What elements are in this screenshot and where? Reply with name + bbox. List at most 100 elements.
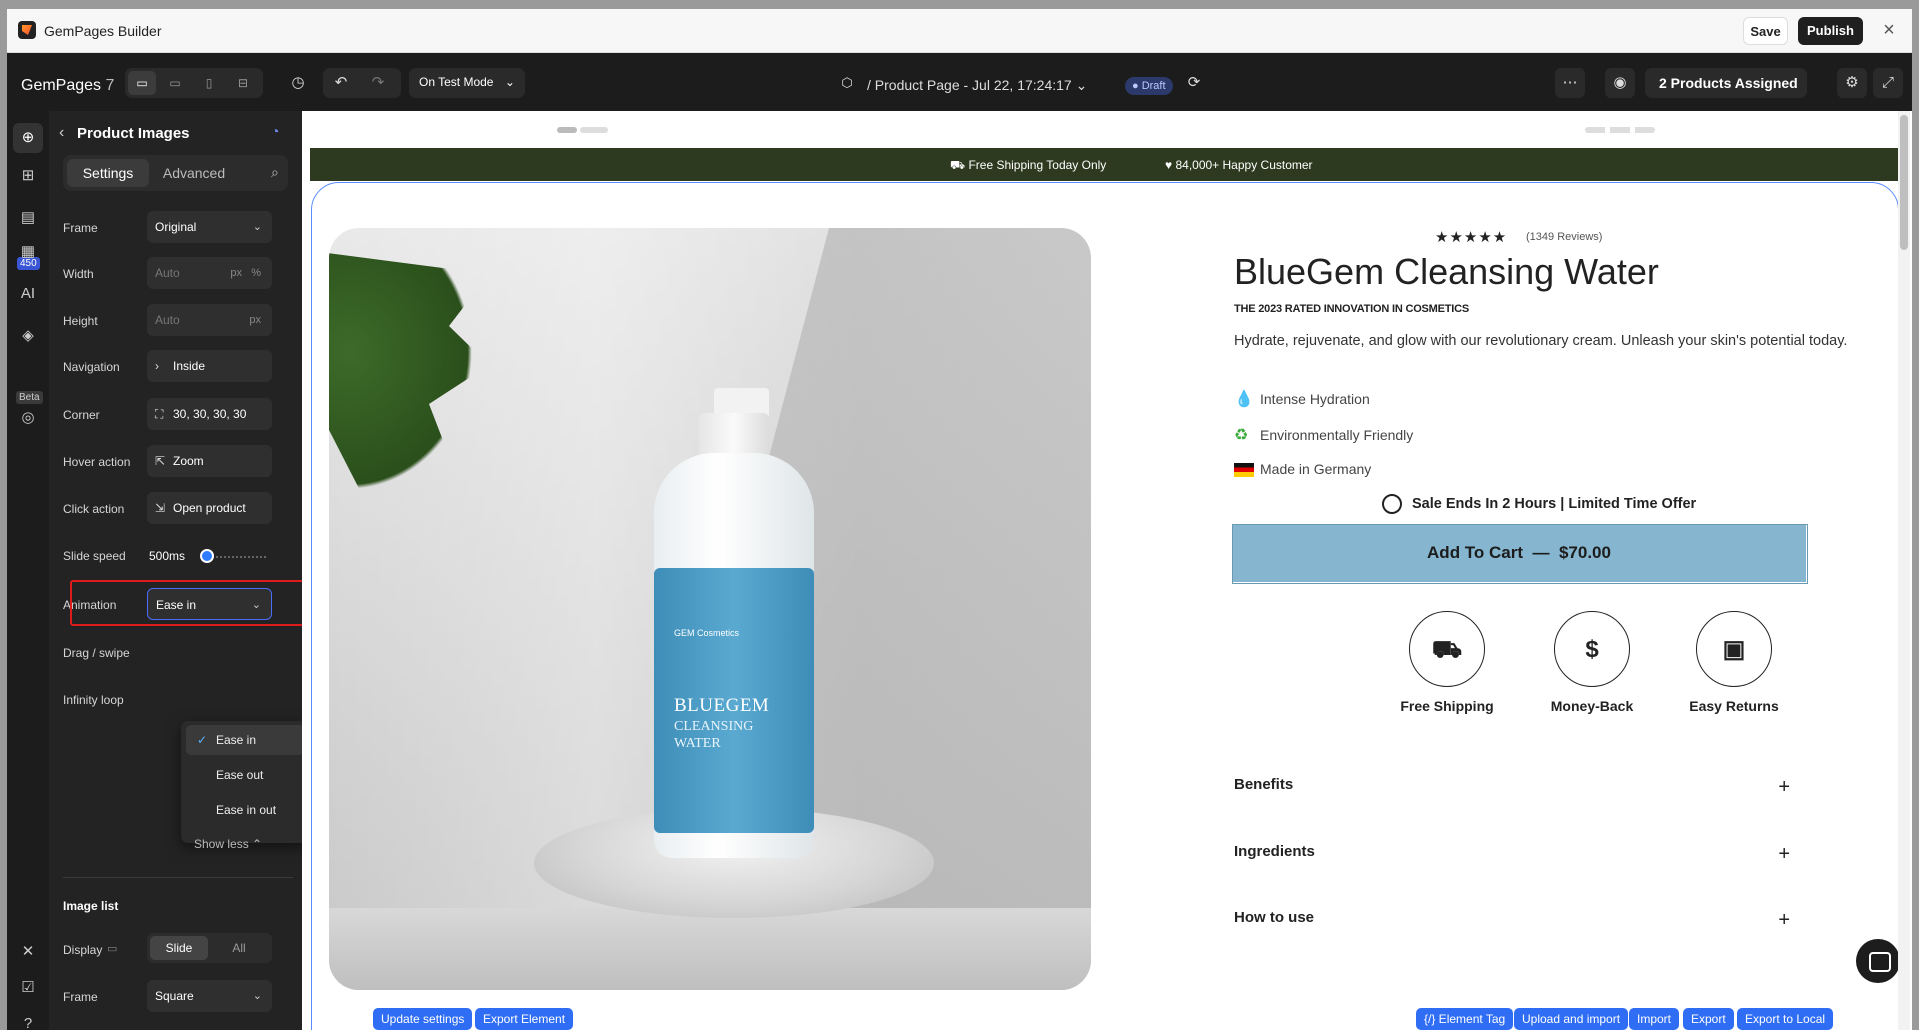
chat-bubble-icon[interactable] — [1856, 939, 1900, 983]
search-icon[interactable]: ⌕ — [271, 164, 279, 181]
close-icon[interactable]: × — [1877, 19, 1901, 43]
unit-percent[interactable]: % — [251, 257, 261, 289]
option-ease-in-out[interactable]: Ease in out — [186, 795, 302, 825]
corner-label: Corner — [63, 408, 100, 422]
scrollbar-thumb[interactable] — [1900, 115, 1908, 250]
tablet-device-icon[interactable]: ▭ — [161, 71, 189, 95]
display-slide[interactable]: Slide — [150, 936, 208, 960]
slide-speed-handle[interactable] — [200, 549, 214, 563]
mobile-device-icon[interactable]: ▯ — [195, 71, 223, 95]
draft-label: Draft — [1141, 80, 1166, 92]
app-window: GemPages Builder Save Publish × GemPages… — [7, 9, 1912, 1030]
product-title: BlueGem Cleansing Water — [1234, 251, 1659, 292]
navigation-value: Inside — [173, 359, 206, 373]
save-button[interactable]: Save — [1743, 17, 1788, 45]
chevron-down-icon: ⌄ — [252, 221, 262, 233]
animation-select[interactable]: Ease in ⌄ — [147, 588, 272, 620]
ai-sync-icon[interactable]: ⟳ — [1179, 68, 1209, 98]
undo-icon[interactable]: ↶ — [326, 68, 356, 98]
checklist-icon[interactable]: ☑ — [13, 973, 43, 1003]
export-button[interactable]: Export — [1683, 1008, 1734, 1030]
layers-icon[interactable]: ◈ — [13, 321, 43, 351]
badge-money-back: $ Money-Back — [1522, 611, 1662, 714]
apps-icon[interactable]: ⊞ — [13, 161, 43, 191]
products-assigned-dropdown[interactable]: 2 Products Assigned ⌄ — [1645, 68, 1807, 121]
publish-button[interactable]: Publish — [1798, 17, 1863, 45]
product-image[interactable]: GEM Cosmetics BLUEGEM CLEANSING WATER — [329, 228, 1091, 990]
beta-feature-icon[interactable]: ◎ — [13, 403, 43, 433]
infinity-label: Infinity loop — [63, 693, 124, 707]
tab-advanced[interactable]: Advanced — [151, 159, 237, 187]
height-input[interactable]: Auto px — [147, 304, 272, 336]
help-icon[interactable]: ? — [13, 1009, 43, 1030]
element-tag-button[interactable]: {/} Element Tag — [1416, 1008, 1514, 1030]
canvas: ⛟ Free Shipping Today Only ♥ 84,000+ Hap… — [302, 111, 1912, 1030]
page-title-dropdown[interactable]: / Product Page - Jul 22, 17:24:17 ⌄ — [867, 77, 1087, 94]
width-input[interactable]: Auto px% — [147, 257, 272, 289]
plus-icon: + — [1778, 776, 1790, 798]
product-subtitle: THE 2023 RATED INNOVATION IN COSMETICS — [1234, 303, 1470, 315]
export-to-local-button[interactable]: Export to Local — [1737, 1008, 1834, 1030]
add-element-icon[interactable]: ⊕ — [13, 123, 43, 153]
product-description: Hydrate, rejuvenate, and glow with our r… — [1234, 333, 1848, 349]
list-frame-select[interactable]: Square ⌄ — [147, 980, 272, 1012]
preview-eye-icon[interactable]: ◉ — [1605, 68, 1635, 98]
left-rail: ⊕ ⊞ ▤ 450 ▦ AI ◈ Beta ◎ ✕ ☑ ? — [7, 111, 49, 1030]
frame-value: Original — [155, 220, 197, 234]
corner-input[interactable]: ⛶ 30, 30, 30, 30 — [147, 398, 272, 430]
more-options-icon[interactable]: ⋯ — [1555, 68, 1585, 98]
unit-px[interactable]: px — [249, 304, 261, 336]
responsive-device-icon[interactable]: ⊟ — [229, 71, 257, 95]
option-ease-out[interactable]: Ease out — [186, 760, 302, 790]
accordion-ingredients[interactable]: Ingredients + — [1234, 843, 1806, 883]
ai-icon[interactable]: AI — [13, 279, 43, 309]
accordion-how-to-use[interactable]: How to use + — [1234, 909, 1806, 949]
page-title: / Product Page - Jul 22, 17:24:17 — [867, 77, 1072, 93]
hover-select[interactable]: ⇱ Zoom — [147, 445, 272, 477]
import-button[interactable]: Import — [1629, 1008, 1680, 1030]
option-label: Ease out — [216, 768, 264, 782]
update-settings-button[interactable]: Update settings — [373, 1008, 473, 1030]
slide-speed-value: 500ms — [149, 549, 186, 563]
x-icon[interactable]: ✕ — [13, 937, 43, 967]
canvas-handle — [580, 127, 608, 133]
feature-text: Environmentally Friendly — [1260, 427, 1414, 443]
animation-dropdown: ✓ Ease in Ease out Ease in out — [181, 721, 302, 843]
redo-icon[interactable]: ↷ — [363, 68, 393, 98]
upload-import-button[interactable]: Upload and import — [1514, 1008, 1629, 1030]
unit-px[interactable]: px — [230, 257, 242, 289]
gear-icon[interactable]: ⚙ — [1837, 68, 1867, 98]
announce-shipping-text: Free Shipping Today Only — [968, 158, 1107, 172]
sections-icon[interactable]: ▦ — [13, 237, 43, 267]
hover-value: Zoom — [173, 454, 204, 468]
corner-value: 30, 30, 30, 30 — [173, 407, 247, 421]
list-frame-label: Frame — [63, 990, 98, 1004]
expand-icon[interactable]: ⤢ — [1873, 68, 1903, 98]
width-label: Width — [63, 267, 94, 281]
pages-icon[interactable]: ▤ — [13, 203, 43, 233]
show-less-toggle[interactable]: Show less ⌃ — [194, 837, 262, 851]
history-icon[interactable]: ◷ — [283, 68, 313, 98]
corner-icon: ⛶ — [155, 407, 164, 421]
back-chevron-icon[interactable]: ‹ — [59, 124, 64, 142]
navigation-select[interactable]: › Inside — [147, 350, 272, 382]
display-all[interactable]: All — [210, 936, 268, 960]
help-icon[interactable]: ◔ — [271, 123, 279, 139]
feature-text: Intense Hydration — [1260, 391, 1370, 407]
height-row: Height Auto px — [63, 304, 293, 338]
bottle-brand: GEM Cosmetics — [674, 628, 740, 638]
desktop-device-icon[interactable]: ▭ — [128, 71, 156, 95]
frame-select[interactable]: Original ⌄ — [147, 211, 272, 243]
add-to-cart-button[interactable]: Add To Cart — $70.00 — [1232, 524, 1808, 584]
slide-speed-track[interactable] — [208, 556, 268, 558]
accordion-benefits[interactable]: Benefits + — [1234, 776, 1806, 816]
click-select[interactable]: ⇲ Open product — [147, 492, 272, 524]
option-ease-in[interactable]: ✓ Ease in — [186, 725, 302, 755]
review-count: (1349 Reviews) — [1526, 231, 1603, 243]
chevron-down-icon: ⌄ — [252, 990, 262, 1002]
brand-name: GemPages 7 — [21, 77, 114, 95]
clock-icon — [1382, 494, 1402, 514]
export-element-button[interactable]: Export Element — [475, 1008, 574, 1030]
test-mode-dropdown[interactable]: On Test Mode ⌄ — [409, 68, 525, 98]
tab-settings[interactable]: Settings — [67, 159, 149, 187]
